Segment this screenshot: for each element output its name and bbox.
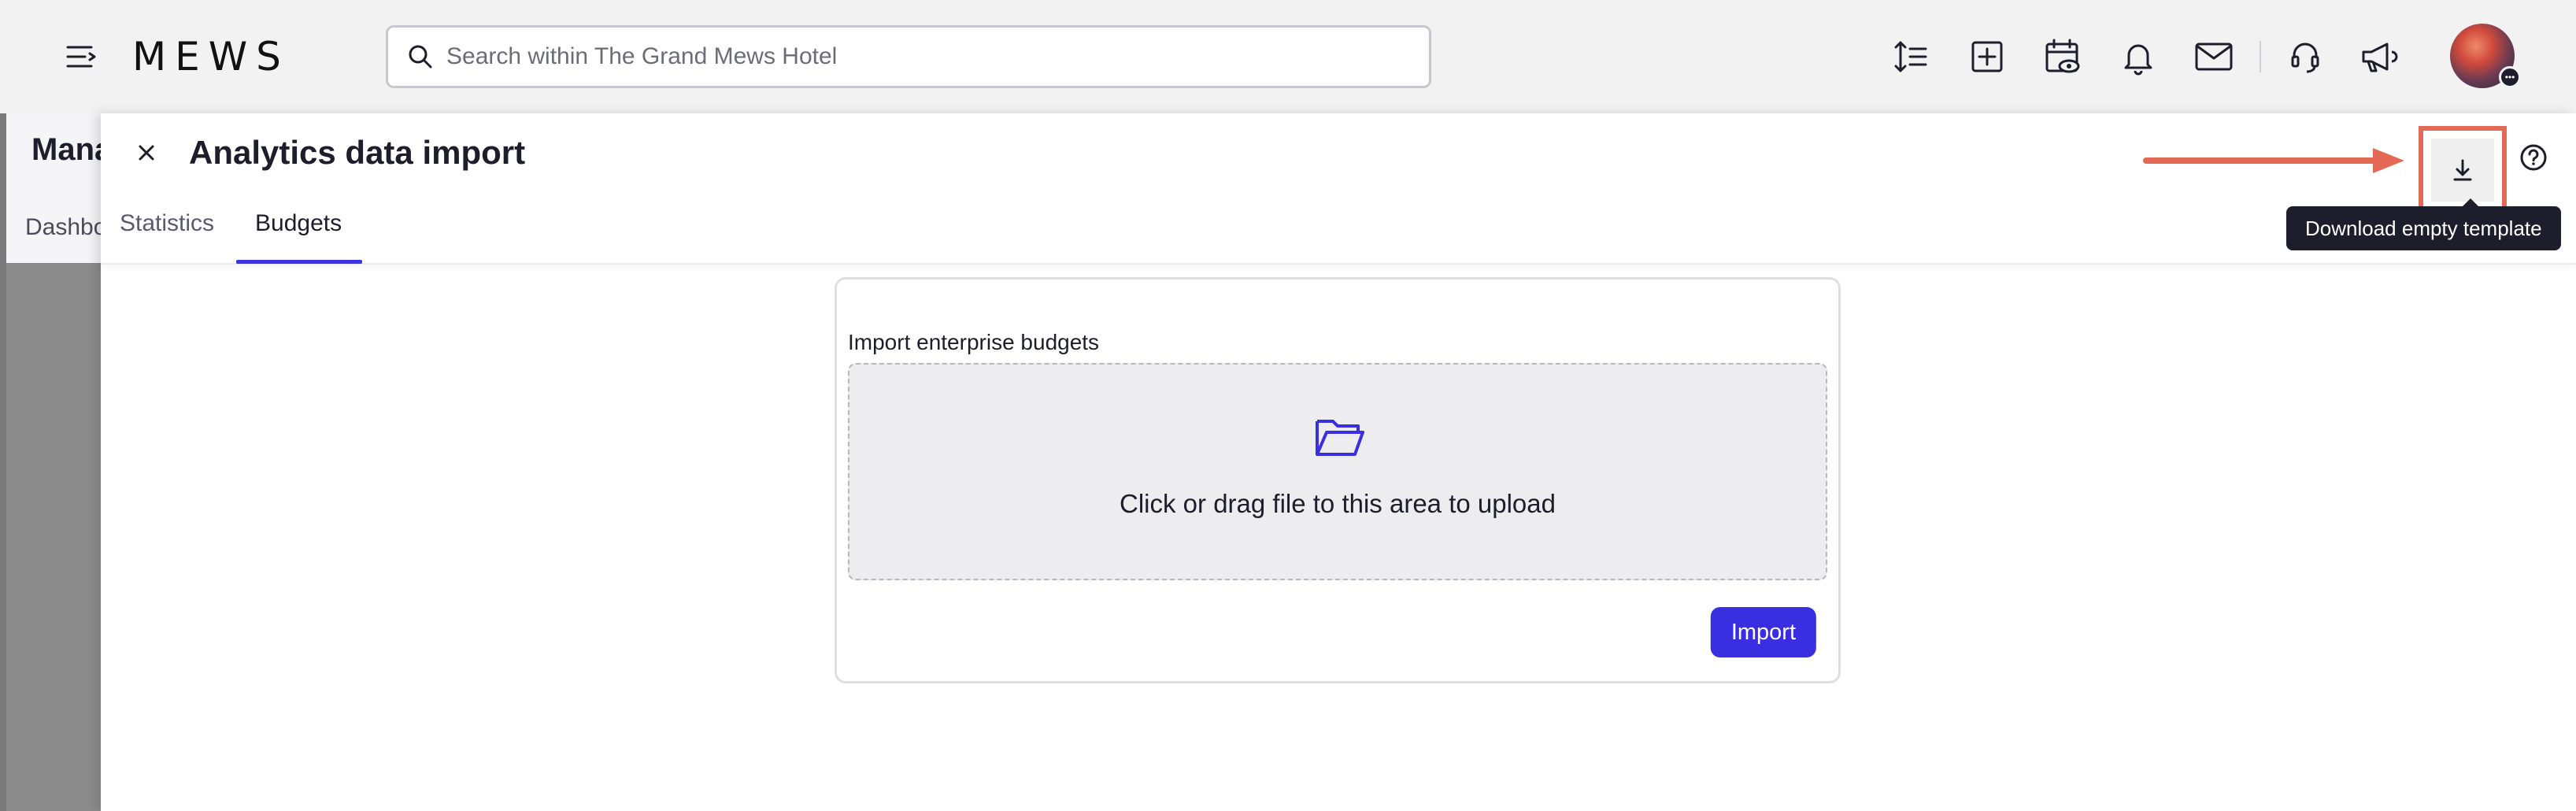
avatar-more-icon: •••: [2499, 66, 2521, 88]
mews-logo[interactable]: MEWS: [132, 35, 290, 79]
drawer-title: Analytics data import: [189, 134, 526, 171]
search-box[interactable]: [386, 25, 1431, 88]
download-icon: [2431, 139, 2494, 202]
tab-budgets[interactable]: Budgets: [255, 209, 342, 238]
menu-icon[interactable]: [61, 36, 102, 77]
megaphone-icon[interactable]: [2354, 31, 2404, 82]
dropzone-text: Click or drag file to this area to uploa…: [1120, 489, 1556, 518]
analytics-import-drawer: Analytics data import Statistics Budgets: [101, 113, 2576, 811]
background-overlay: [0, 263, 101, 811]
import-card: Import enterprise budgets Click or drag …: [835, 277, 1841, 683]
import-button[interactable]: Import: [1710, 607, 1816, 657]
help-icon[interactable]: [2508, 132, 2559, 183]
search-input[interactable]: [445, 43, 1390, 71]
bell-icon[interactable]: [2113, 31, 2163, 82]
sort-lines-icon[interactable]: [1886, 31, 1937, 82]
background-page-title: Mana: [31, 132, 113, 167]
search-icon: [407, 43, 434, 70]
close-icon[interactable]: [126, 132, 167, 173]
background-page-tab: Dashbo: [25, 214, 107, 240]
tooltip-caret: [2463, 198, 2478, 206]
mail-icon[interactable]: [2189, 31, 2239, 82]
calendar-eye-icon[interactable]: [2037, 31, 2088, 82]
download-template-tooltip: Download empty template: [2286, 206, 2561, 250]
drawer-header: Analytics data import Statistics Budgets: [101, 113, 2576, 265]
annotation-arrow: [2143, 148, 2404, 173]
top-bar: MEWS Search within The Grand Mews Hotel …: [0, 0, 2576, 113]
tab-statistics[interactable]: Statistics: [120, 209, 214, 238]
plus-square-icon[interactable]: [1962, 31, 2012, 82]
active-tab-indicator: [236, 260, 362, 264]
background-edge: [0, 113, 6, 811]
headset-icon[interactable]: [2280, 31, 2330, 82]
upload-dropzone[interactable]: Click or drag file to this area to uploa…: [848, 363, 1827, 580]
import-budgets-label: Import enterprise budgets: [848, 330, 1100, 354]
folder-open-icon: [1316, 420, 1364, 456]
topbar-divider: [2260, 41, 2261, 72]
